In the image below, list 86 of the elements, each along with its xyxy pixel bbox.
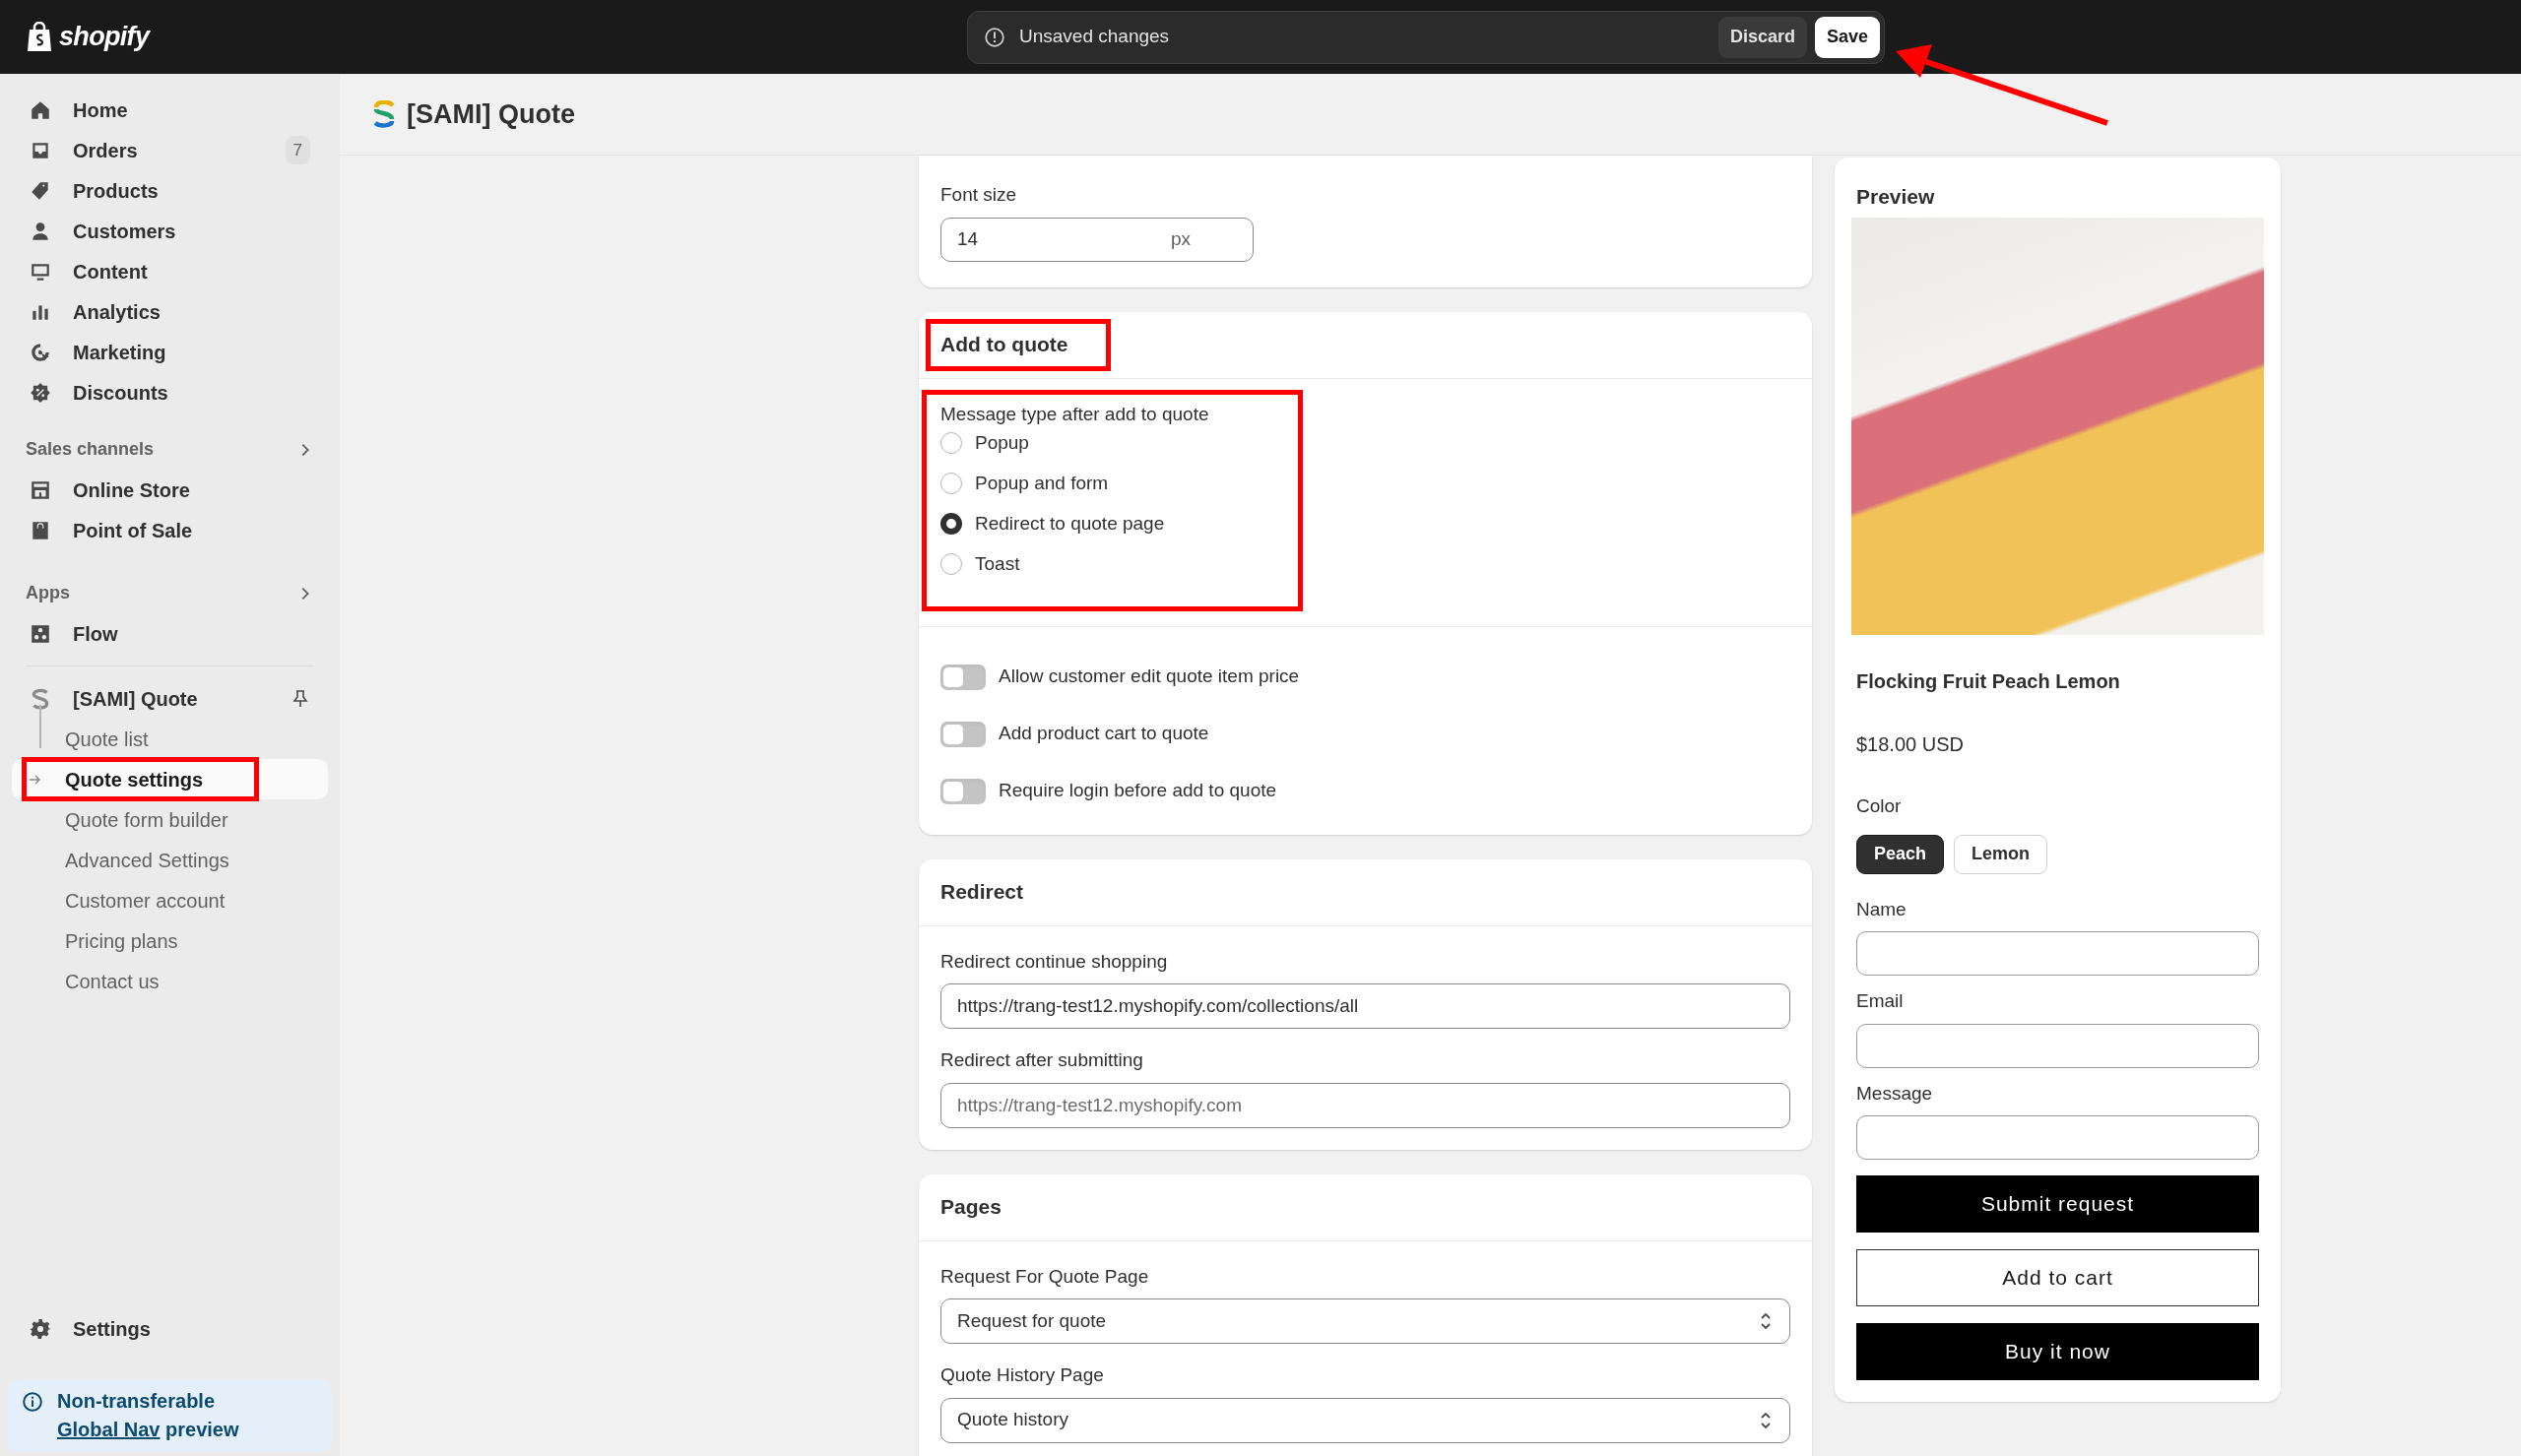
field-label: Font size <box>940 183 1017 207</box>
person-icon <box>30 220 51 242</box>
count-badge: 7 <box>285 135 310 165</box>
field-label: Color <box>1856 794 1902 818</box>
subnav-item[interactable]: Customer account <box>12 880 328 920</box>
target-icon <box>30 341 51 363</box>
text-input[interactable] <box>1856 1023 2259 1068</box>
toggle-switch[interactable] <box>940 721 986 747</box>
discard-button[interactable]: Discard <box>1717 16 1807 58</box>
nav-item[interactable]: Products <box>12 170 328 211</box>
nav-item[interactable]: Point of Sale <box>12 510 328 550</box>
arrow-right-icon <box>29 774 40 786</box>
alert-icon <box>984 26 1005 48</box>
field-label: Redirect continue shopping <box>940 949 1168 974</box>
url-input[interactable]: https://trang-test12.myshopify.com <box>940 1082 1790 1128</box>
nodes-icon <box>30 622 51 645</box>
nav-item[interactable]: Discounts <box>12 372 328 412</box>
font-size-input[interactable]: 14 px <box>940 217 1254 262</box>
nav-item[interactable]: Flow <box>12 613 328 654</box>
card-title: Add to quote <box>940 332 1068 358</box>
text-input[interactable] <box>1856 1115 2259 1160</box>
field-label: Message <box>1856 1081 1933 1106</box>
info-icon <box>22 1391 43 1413</box>
section-heading: Apps <box>26 582 70 604</box>
preview-action-button[interactable]: Add to cart <box>1856 1249 2259 1306</box>
subnav-item[interactable]: Contact us <box>12 961 328 1001</box>
subnav-item[interactable]: Pricing plans <box>12 920 328 961</box>
percent-badge-icon <box>30 381 51 404</box>
radio-label[interactable]: Popup and form <box>975 469 1109 498</box>
shopping-bag-icon <box>30 519 51 541</box>
toggle-label: Allow customer edit quote item price <box>999 665 1300 689</box>
product-price: $18.00 USD <box>1856 732 1965 757</box>
radio-label[interactable]: Popup <box>975 428 1029 458</box>
nav-item[interactable]: Online Store <box>12 470 328 510</box>
toggle-label: Require login before add to quote <box>999 779 1277 803</box>
tag-icon <box>30 179 51 202</box>
subnav-item[interactable]: Quote form builder <box>12 799 328 840</box>
page-title: [SAMI] Quote <box>407 97 575 131</box>
save-button[interactable]: Save <box>1814 16 1880 58</box>
radio-label[interactable]: Redirect to quote page <box>975 509 1165 538</box>
preview-action-button[interactable]: Buy it now <box>1856 1323 2259 1380</box>
shopping-bag-logo-icon <box>26 21 53 53</box>
page-select[interactable]: Quote history <box>940 1397 1790 1443</box>
nav-item[interactable]: Customers <box>12 211 328 251</box>
subnav-item[interactable]: Advanced Settings <box>12 840 328 880</box>
field-label: Name <box>1856 897 1907 921</box>
color-option[interactable]: Peach <box>1856 834 1945 874</box>
field-label: Request For Quote Page <box>940 1264 1149 1289</box>
brand-logo-text: shopify <box>59 21 150 54</box>
nav-item[interactable]: Content <box>12 251 328 291</box>
select-arrows-icon <box>1758 1311 1774 1331</box>
nav-item[interactable]: Marketing <box>12 332 328 372</box>
card-title: Preview <box>1855 184 1936 206</box>
settings-icon <box>30 1317 51 1340</box>
field-label: Email <box>1856 989 1904 1013</box>
nav-item[interactable]: Analytics <box>12 291 328 332</box>
section-heading: Sales channels <box>26 438 155 461</box>
url-input[interactable]: https://trang-test12.myshopify.com/collections/all <box>940 983 1790 1029</box>
settings-nav-item[interactable]: Settings <box>12 1308 328 1349</box>
app-logo-icon <box>30 687 51 710</box>
nav-item[interactable]: Orders 7 <box>12 130 328 170</box>
nav-item[interactable]: Home <box>12 90 328 130</box>
banner-link[interactable]: Global Nav <box>57 1419 161 1440</box>
color-option[interactable]: Lemon <box>1954 834 2048 874</box>
card-title: Redirect <box>940 879 1024 906</box>
radio-label[interactable]: Toast <box>975 549 1020 579</box>
page-select[interactable]: Request for quote <box>940 1298 1790 1344</box>
product-name: Flocking Fruit Peach Lemon <box>1856 669 2121 694</box>
field-label: Redirect after submitting <box>940 1048 1143 1072</box>
unsaved-changes-text: Unsaved changes <box>1019 25 1170 49</box>
select-arrows-icon <box>1758 1410 1774 1430</box>
banner-text: Non-transferable Global Nav preview <box>57 1389 239 1442</box>
app-logo-icon <box>371 100 397 128</box>
toggle-switch[interactable] <box>940 778 986 804</box>
field-label: Message type after add to quote <box>940 402 1209 423</box>
pin-icon[interactable] <box>291 688 310 709</box>
subnav-item[interactable]: Quote list <box>12 719 328 759</box>
app-nav-item[interactable]: [SAMI] Quote <box>12 678 328 719</box>
card-title: Pages <box>940 1194 1002 1221</box>
toggle-switch[interactable] <box>940 664 986 690</box>
preview-action-button[interactable]: Submit request <box>1856 1175 2259 1233</box>
store-icon <box>30 478 51 501</box>
text-input[interactable] <box>1856 931 2259 976</box>
toggle-label: Add product cart to quote <box>999 722 1209 746</box>
field-label: Quote History Page <box>940 1363 1104 1387</box>
radio-button[interactable] <box>940 513 962 535</box>
